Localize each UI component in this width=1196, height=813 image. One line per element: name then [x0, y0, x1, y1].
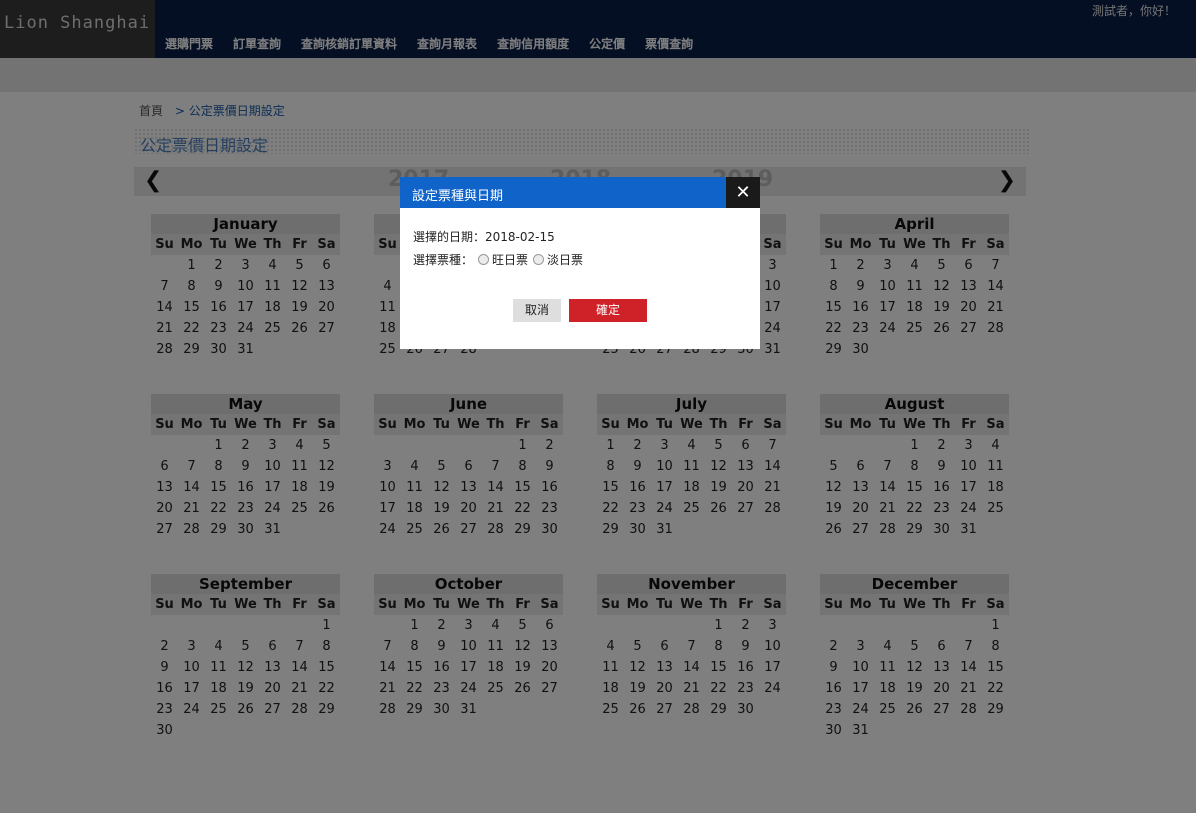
ticket-type-row: 選擇票種： 旺日票 淡日票 [413, 248, 760, 271]
ticket-type-label: 選擇票種： [413, 253, 474, 267]
selected-date-row: 選擇的日期： 2018-02-15 [413, 225, 760, 248]
close-icon[interactable]: ✕ [726, 177, 760, 208]
modal-title: 設定票種與日期 [412, 189, 504, 204]
ticket-date-modal: 設定票種與日期 ✕ 選擇的日期： 2018-02-15 選擇票種： 旺日票 淡日… [400, 177, 760, 349]
radio-off-peak-day[interactable] [533, 254, 545, 265]
modal-body: 選擇的日期： 2018-02-15 選擇票種： 旺日票 淡日票 [400, 208, 760, 271]
confirm-button[interactable]: 確定 [569, 299, 647, 322]
radio-off-peak-day-label[interactable]: 淡日票 [547, 251, 583, 268]
radio-peak-day[interactable] [478, 254, 490, 265]
modal-backdrop[interactable] [0, 0, 1196, 813]
selected-date-value: 2018-02-15 [485, 229, 555, 244]
cancel-button[interactable]: 取消 [513, 299, 561, 322]
modal-header: 設定票種與日期 ✕ [400, 177, 760, 208]
selected-date-label: 選擇的日期： [413, 230, 486, 244]
radio-peak-day-label[interactable]: 旺日票 [492, 251, 528, 268]
